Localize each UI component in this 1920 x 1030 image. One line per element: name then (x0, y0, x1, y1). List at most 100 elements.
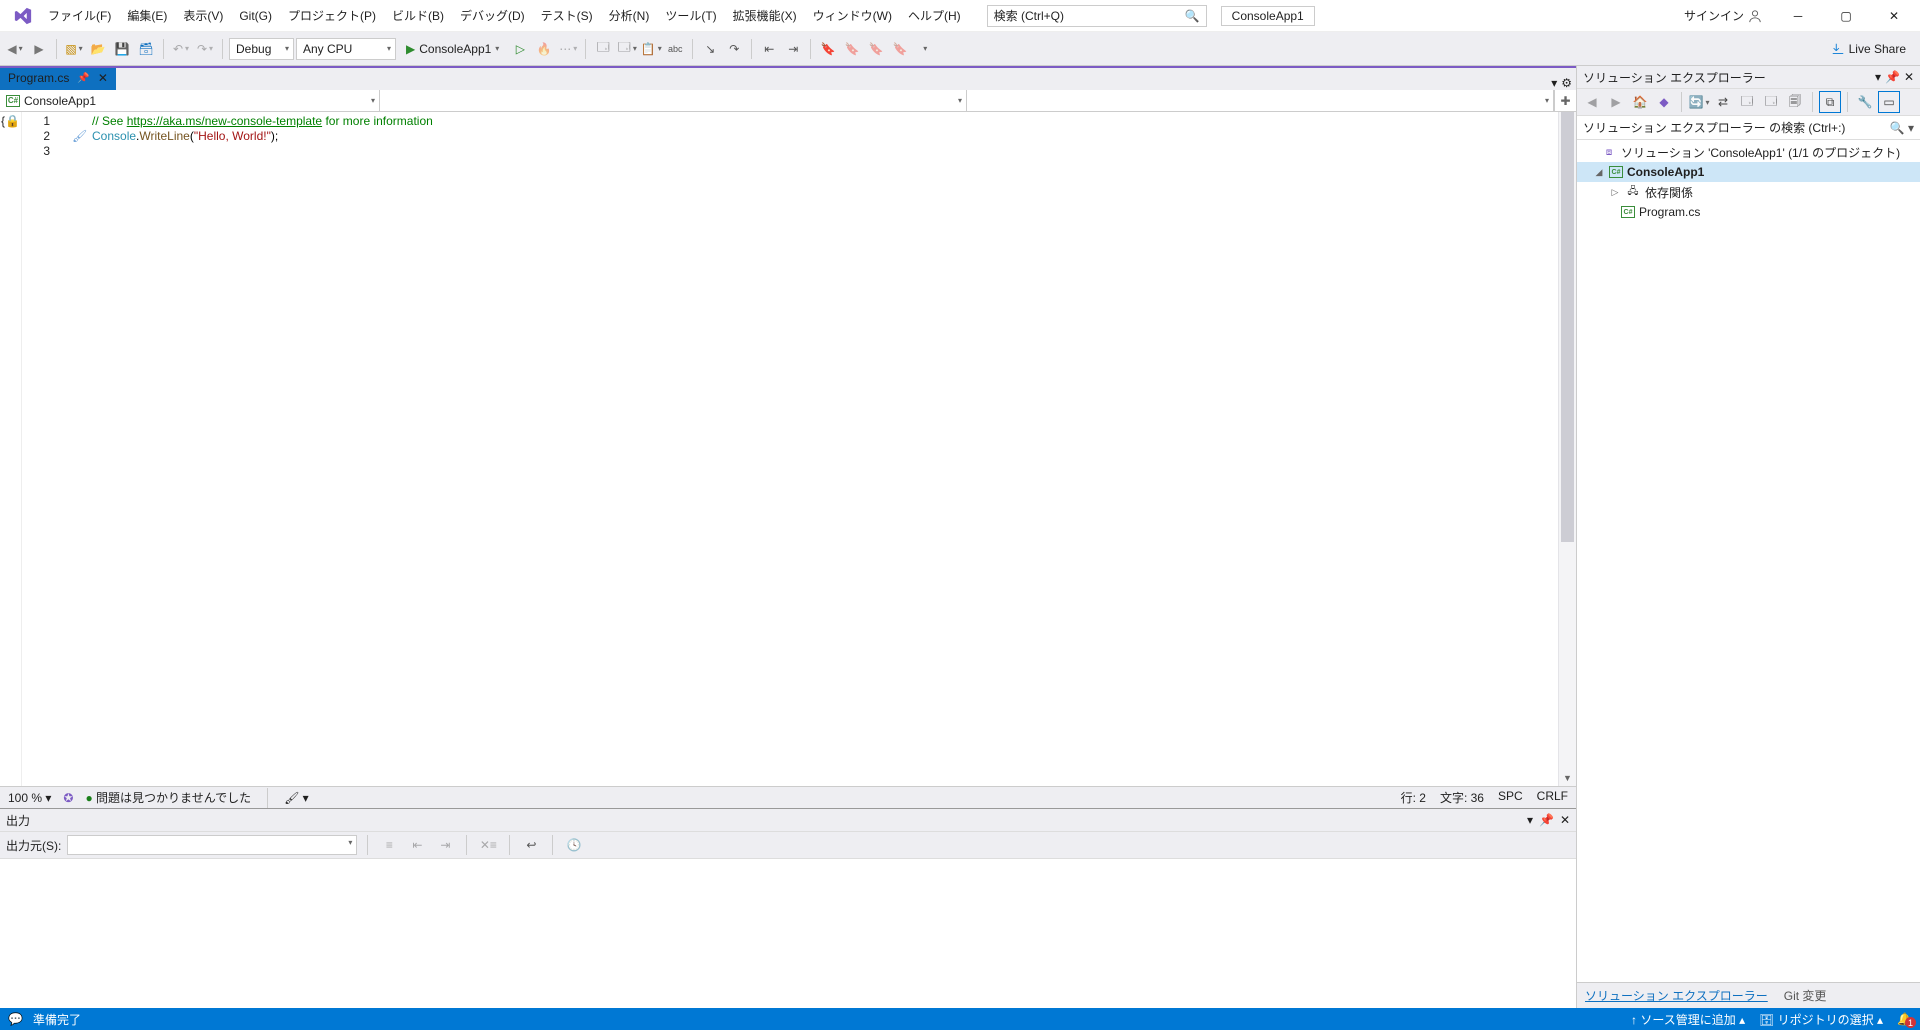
nav-member-combo[interactable] (967, 90, 1554, 111)
save-button[interactable]: 💾 (111, 38, 133, 60)
sol-tree[interactable]: ⧈ ソリューション 'ConsoleApp1' (1/1 のプロジェクト) ◢ … (1577, 140, 1920, 982)
panel-dropdown-icon[interactable]: ▾ (1875, 70, 1881, 84)
menu-project[interactable]: プロジェクト(P) (280, 3, 384, 28)
status-src-control[interactable]: ↑ ソース管理に追加 ▴ (1631, 1011, 1745, 1028)
out-icon-a[interactable]: ≡ (378, 834, 400, 856)
notifications-button[interactable]: 🔔 1 (1897, 1012, 1912, 1026)
pin-icon[interactable]: 📌 (1885, 70, 1900, 84)
output-titlebar[interactable]: 出力 ▾ 📌 ✕ (0, 809, 1576, 831)
platform-combo[interactable]: Any CPU (296, 38, 396, 60)
sol-titlebar[interactable]: ソリューション エクスプローラー ▾ 📌 ✕ (1577, 66, 1920, 88)
tabs-gear-icon[interactable]: ⚙ (1561, 76, 1572, 90)
status-ws[interactable]: SPC (1498, 789, 1523, 806)
vertical-scrollbar[interactable]: ▲ ▼ (1558, 112, 1576, 786)
sol-project[interactable]: ◢ C# ConsoleApp1 (1577, 162, 1920, 182)
menu-build[interactable]: ビルド(B) (384, 3, 452, 28)
output-body[interactable] (0, 859, 1576, 1008)
split-editor-button[interactable]: ✚ (1554, 90, 1576, 111)
new-item-button[interactable]: ▧ (63, 38, 85, 60)
status-char[interactable]: 文字: 36 (1440, 789, 1484, 806)
menu-extensions[interactable]: 拡張機能(X) (725, 3, 805, 28)
close-panel-icon[interactable]: ✕ (1560, 813, 1570, 827)
menu-file[interactable]: ファイル(F) (40, 3, 119, 28)
menu-edit[interactable]: 編集(E) (119, 3, 175, 28)
code-link[interactable]: https://aka.ms/new-console-template (127, 114, 322, 128)
start-no-debug-button[interactable]: ▷ (509, 38, 531, 60)
out-wrap-icon[interactable]: ↩ (520, 834, 542, 856)
sol-collapse-icon[interactable]: 🗔 (1736, 91, 1758, 113)
menu-tools[interactable]: ツール(T) (657, 3, 724, 28)
nav-fwd-button[interactable]: ▶ (28, 38, 50, 60)
feedback-icon[interactable]: 💬 (8, 1012, 23, 1026)
solution-name-badge[interactable]: ConsoleApp1 (1221, 6, 1315, 26)
sol-fwd-icon[interactable]: ▶ (1605, 91, 1627, 113)
out-icon-b[interactable]: ⇤ (406, 834, 428, 856)
undo-button[interactable]: ↶ (170, 38, 192, 60)
start-debug-button[interactable]: ▶ ConsoleApp1 ▾ (398, 38, 507, 60)
bookmark-clear-button[interactable]: 🔖 (889, 38, 911, 60)
menu-help[interactable]: ヘルプ(H) (900, 3, 969, 28)
nav-project-combo[interactable]: C# ConsoleApp1 (0, 90, 380, 111)
sol-deps[interactable]: ▷ 🖧 依存関係 (1577, 182, 1920, 202)
menu-git[interactable]: Git(G) (231, 5, 280, 27)
menu-view[interactable]: 表示(V) (175, 3, 231, 28)
sol-file-program[interactable]: C# Program.cs (1577, 202, 1920, 222)
status-line[interactable]: 行: 2 (1401, 789, 1426, 806)
window-restore-button[interactable]: ▢ (1826, 1, 1866, 31)
sol-track-icon[interactable]: ⧉ (1819, 91, 1841, 113)
menu-window[interactable]: ウィンドウ(W) (805, 3, 900, 28)
signin-link[interactable]: サインイン (1684, 7, 1762, 24)
sol-showall-icon[interactable]: 🗔 (1760, 91, 1782, 113)
scroll-down-icon[interactable]: ▼ (1559, 770, 1576, 786)
brush-dropdown[interactable]: 🖌 ▾ (284, 791, 309, 805)
pin-icon[interactable]: 📌 (77, 73, 89, 84)
step-over-button[interactable]: ↷ (723, 38, 745, 60)
bookmark-prev-button[interactable]: 🔖 (841, 38, 863, 60)
zoom-combo[interactable]: 100 % ▾ (8, 791, 51, 805)
config-combo[interactable]: Debug (229, 38, 294, 60)
debug-target-button[interactable]: ⋯ (557, 38, 579, 60)
window-minimize-button[interactable]: ─ (1778, 1, 1818, 31)
sol-home-icon[interactable]: 🏠 (1629, 91, 1651, 113)
fold-icon[interactable]: {🔒 (1, 114, 20, 128)
expand-icon[interactable]: ◢ (1593, 167, 1605, 178)
sol-search-input[interactable]: ソリューション エクスプローラー の検索 (Ctrl+:) 🔍 ▾ (1577, 116, 1920, 140)
code-area[interactable]: // See https://aka.ms/new-console-templa… (92, 112, 1558, 786)
close-tab-icon[interactable]: ✕ (98, 71, 108, 85)
status-eol[interactable]: CRLF (1537, 789, 1568, 806)
tb-icon-b[interactable]: 🗔 (616, 38, 638, 60)
search-input[interactable]: 検索 (Ctrl+Q) 🔍 (987, 5, 1207, 27)
bookmark-button[interactable]: 🔖 (817, 38, 839, 60)
open-file-button[interactable]: 📂 (87, 38, 109, 60)
bookmark-next-button[interactable]: 🔖 (865, 38, 887, 60)
toolbar-overflow[interactable] (913, 38, 935, 60)
sol-sync-icon[interactable]: 🔄 (1688, 91, 1710, 113)
expand-icon[interactable]: ▷ (1609, 187, 1621, 198)
output-source-combo[interactable] (67, 835, 357, 855)
tb-abc-icon[interactable]: abc (664, 38, 686, 60)
sol-copy-icon[interactable]: 🗐 (1784, 91, 1806, 113)
issues-status[interactable]: ● 問題は見つかりませんでした (85, 789, 251, 806)
hot-reload-button[interactable]: 🔥 (533, 38, 555, 60)
indent-button[interactable]: ⇥ (782, 38, 804, 60)
menu-test[interactable]: テスト(S) (533, 3, 601, 28)
nav-back-button[interactable]: ◀ (4, 38, 26, 60)
status-repo[interactable]: 🗄 リポジトリの選択 ▴ (1759, 1011, 1883, 1028)
nav-type-combo[interactable] (380, 90, 967, 111)
scroll-thumb[interactable] (1561, 112, 1574, 542)
out-icon-c[interactable]: ⇥ (434, 834, 456, 856)
pin-icon[interactable]: 📌 (1539, 813, 1554, 827)
menu-analyze[interactable]: 分析(N) (601, 3, 658, 28)
tb-icon-c[interactable]: 📋 (640, 38, 662, 60)
outdent-button[interactable]: ⇤ (758, 38, 780, 60)
file-tab-program[interactable]: Program.cs 📌 ✕ (0, 66, 116, 90)
redo-button[interactable]: ↷ (194, 38, 216, 60)
tab-git-changes[interactable]: Git 変更 (1776, 983, 1835, 1008)
save-all-button[interactable]: 🗃 (135, 38, 157, 60)
out-clear-icon[interactable]: ✕≡ (477, 834, 499, 856)
intellisense-icon[interactable]: ✪ (63, 791, 73, 805)
tab-solution-explorer[interactable]: ソリューション エクスプローラー (1577, 983, 1776, 1008)
window-close-button[interactable]: ✕ (1874, 1, 1914, 31)
menu-debug[interactable]: デバッグ(D) (452, 3, 533, 28)
sol-switch-icon[interactable]: ◆ (1653, 91, 1675, 113)
